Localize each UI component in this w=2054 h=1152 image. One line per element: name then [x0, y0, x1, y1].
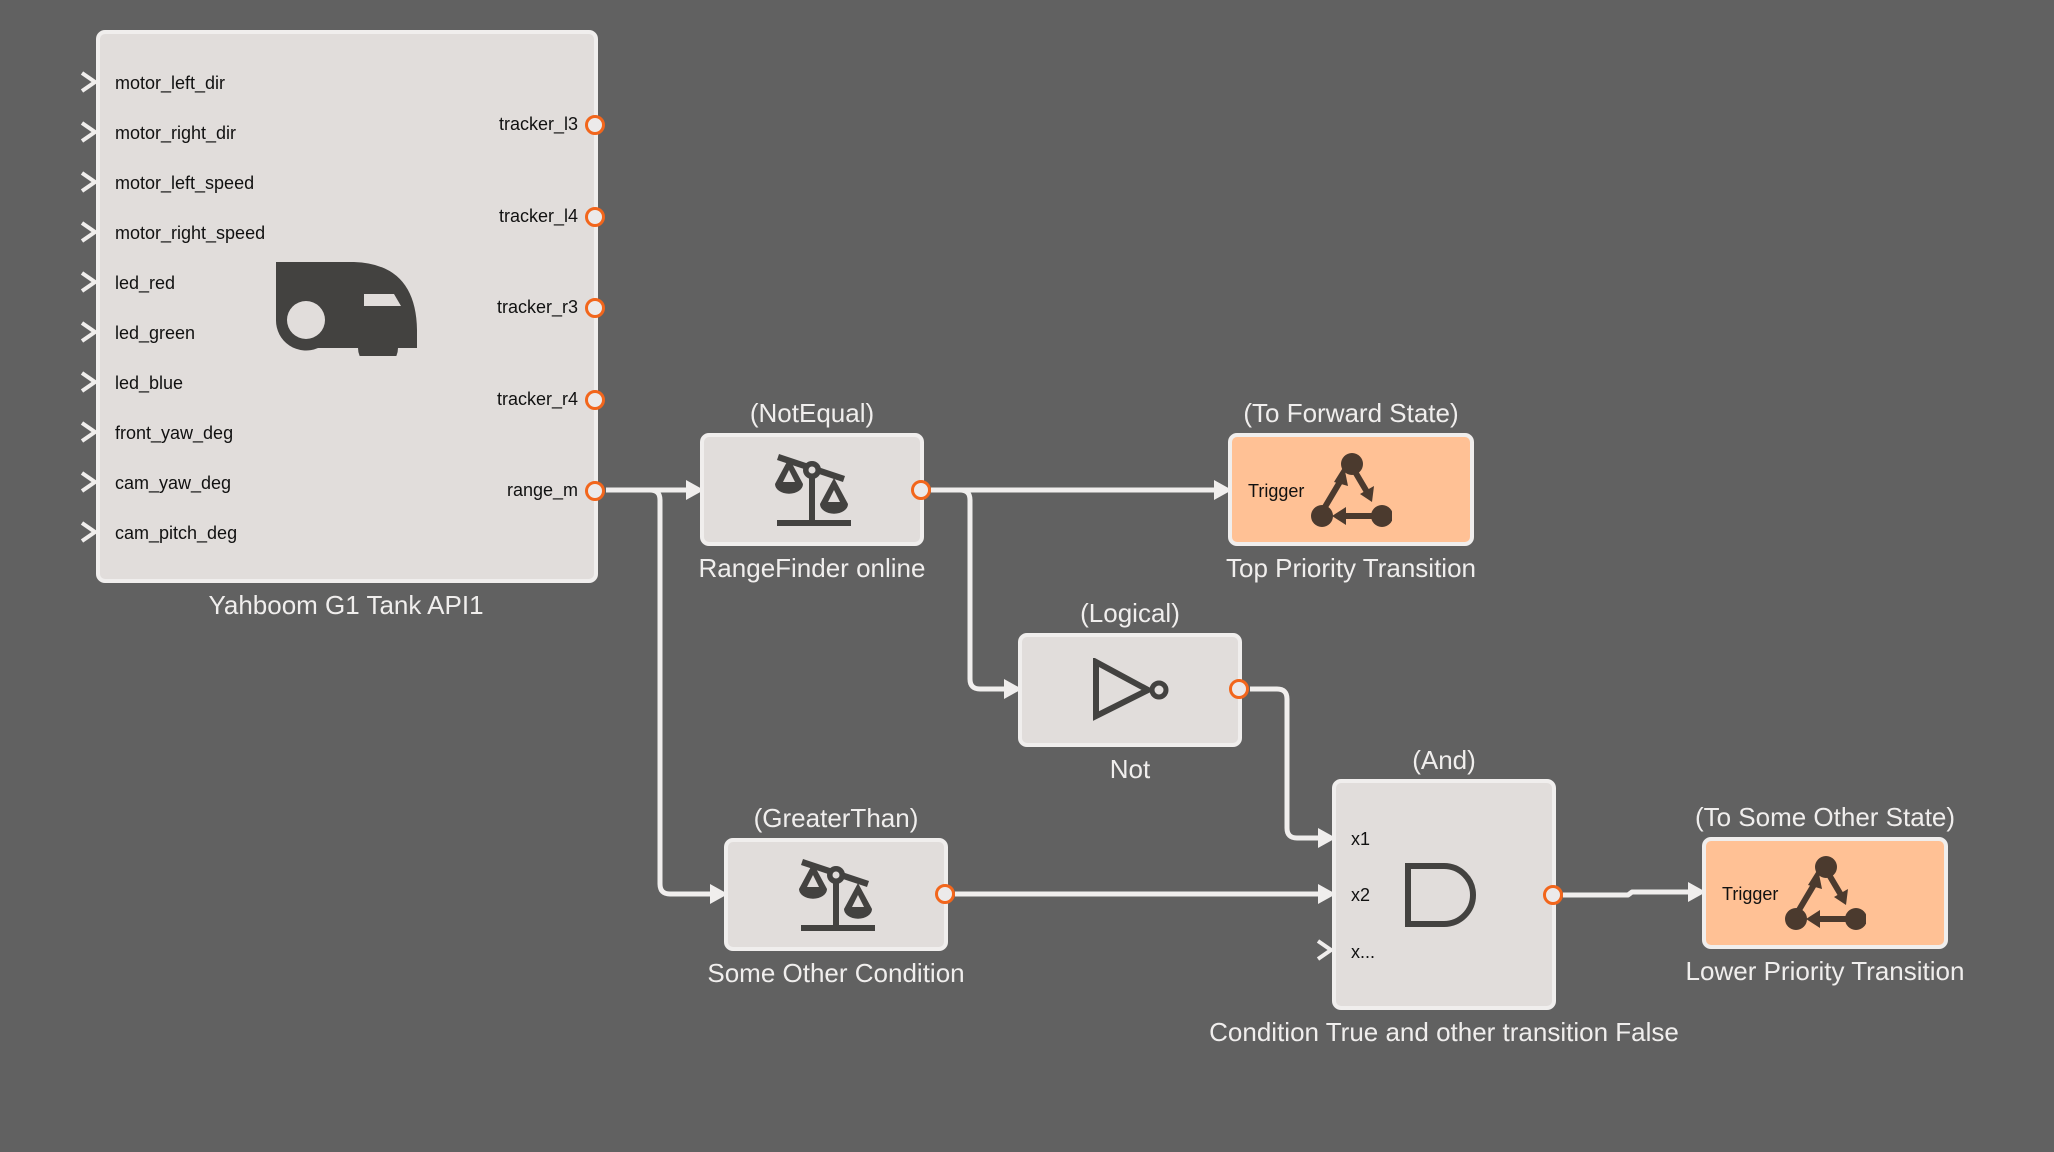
and-type: (And) — [1412, 745, 1476, 775]
input-port-front-yaw-deg[interactable] — [80, 421, 98, 443]
tank-api-block-name: Yahboom G1 Tank API1 — [208, 590, 484, 620]
output-port-tracker-l4[interactable] — [585, 206, 605, 227]
wire-not-to-and-x1[interactable] — [1250, 686, 1322, 841]
input-port-led-red[interactable] — [80, 271, 98, 293]
output-label-tracker-l4: tracker_l4 — [498, 205, 578, 226]
output-label-tracker-r4: tracker_r4 — [496, 388, 578, 409]
and-input-port-more[interactable] — [1316, 939, 1334, 961]
input-port-led-blue[interactable] — [80, 371, 98, 393]
scale-icon — [775, 454, 851, 526]
output-port-range-m[interactable] — [585, 481, 605, 501]
other-type: (To Some Other State) — [1694, 802, 1956, 832]
input-port-motor-left-dir[interactable] — [80, 71, 98, 93]
forward-name: Top Priority Transition — [1226, 553, 1476, 583]
other-name: Lower Priority Transition — [1685, 956, 1965, 986]
greaterthan-output-port[interactable] — [935, 884, 955, 904]
and-input-x1: x1 — [1351, 829, 1371, 849]
forward-trigger-label: Trigger — [1248, 481, 1305, 501]
not-output-port[interactable] — [1229, 679, 1249, 699]
output-port-tracker-l3[interactable] — [585, 115, 605, 135]
greaterthan-name: Some Other Condition — [707, 958, 965, 988]
and-input-x2: x2 — [1351, 885, 1371, 905]
notequal-output-port[interactable] — [911, 480, 931, 500]
other-trigger-label: Trigger — [1722, 884, 1779, 904]
forward-type: (To Forward State) — [1243, 398, 1459, 428]
and-output-port[interactable] — [1543, 885, 1563, 905]
input-label-cam-pitch-deg: cam_pitch_deg — [115, 523, 238, 543]
input-label-front-yaw-deg: front_yaw_deg — [115, 423, 234, 443]
input-label-led-blue: led_blue — [115, 373, 184, 393]
output-label-range-m: range_m — [506, 480, 578, 500]
input-label-motor-right-speed: motor_right_speed — [115, 223, 266, 243]
input-port-motor-right-speed[interactable] — [80, 221, 98, 243]
state-transition-icon — [1785, 856, 1866, 930]
greaterthan-type: (GreaterThan) — [753, 803, 919, 833]
and-input-x-more: x... — [1351, 942, 1376, 962]
output-port-tracker-r3[interactable] — [585, 298, 605, 318]
truck-icon — [275, 262, 417, 356]
scale-icon — [799, 859, 875, 931]
logical-type: (Logical) — [1080, 598, 1180, 628]
input-port-led-green[interactable] — [80, 321, 98, 343]
input-port-cam-pitch-deg[interactable] — [80, 521, 98, 543]
output-port-tracker-r4[interactable] — [585, 389, 605, 410]
wire-range-to-greaterthan[interactable] — [649, 487, 714, 897]
input-label-motor-right-dir: motor_right_dir — [115, 123, 237, 143]
input-label-cam-yaw-deg: cam_yaw_deg — [115, 473, 232, 493]
and-gate-icon — [1405, 863, 1476, 927]
and-name: Condition True and other transition Fals… — [1209, 1017, 1679, 1047]
input-label-motor-left-dir: motor_left_dir — [115, 73, 226, 93]
not-name: Not — [1109, 754, 1151, 784]
output-label-tracker-l3: tracker_l3 — [498, 114, 578, 134]
input-label-led-red: led_red — [115, 273, 176, 293]
input-port-motor-right-dir[interactable] — [80, 121, 98, 143]
input-port-motor-left-speed[interactable] — [80, 171, 98, 193]
notequal-name: RangeFinder online — [698, 553, 926, 583]
notequal-type: (NotEqual) — [749, 398, 875, 428]
not-gate-icon — [1093, 658, 1169, 721]
wire-notequal-to-not[interactable] — [959, 487, 1008, 692]
state-transition-icon — [1311, 453, 1392, 527]
input-label-led-green: led_green — [115, 323, 196, 343]
input-port-cam-yaw-deg[interactable] — [80, 471, 98, 493]
input-label-motor-left-speed: motor_left_speed — [115, 173, 255, 193]
output-label-tracker-r3: tracker_r3 — [496, 297, 578, 317]
wire-and-to-other[interactable] — [1563, 889, 1692, 898]
